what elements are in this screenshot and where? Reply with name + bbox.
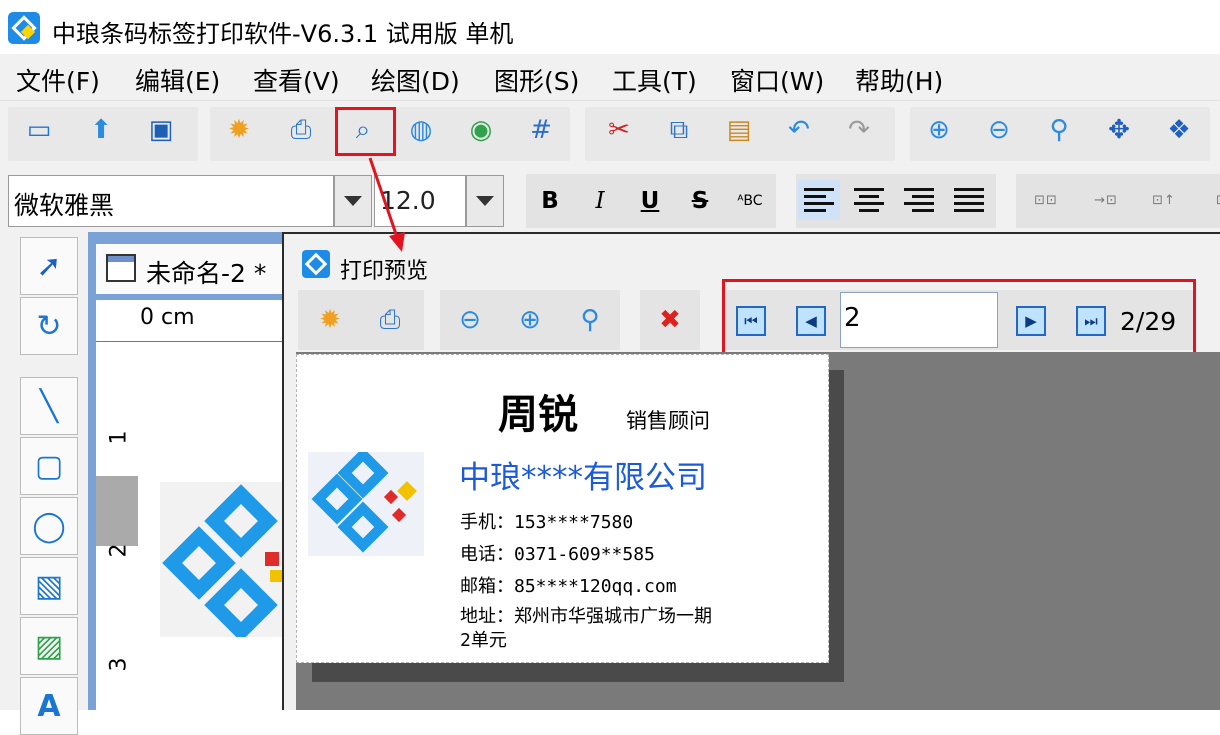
zoom-in-icon[interactable]: ⊕: [922, 113, 956, 147]
ruler-selection-shade: [96, 476, 138, 546]
canvas-logo-image[interactable]: [160, 482, 283, 637]
text-tool-icon[interactable]: A: [20, 677, 78, 735]
redo-icon[interactable]: ↷: [842, 113, 876, 147]
card-tel: 电话：0371-609**585: [460, 544, 655, 565]
image-tool-icon[interactable]: ▨: [20, 617, 78, 675]
zoom-icon[interactable]: ⚲: [1042, 113, 1076, 147]
card-logo-image: [308, 447, 424, 556]
page-nav-highlight: [722, 279, 1196, 363]
text-case-button[interactable]: ᴬBC: [728, 182, 772, 220]
card-email: 邮箱：85****120qq.com: [460, 576, 677, 597]
menu-tools[interactable]: 工具(T): [612, 62, 697, 98]
font-name-value: 微软雅黑: [14, 191, 115, 220]
cut-icon[interactable]: ✂: [602, 113, 636, 147]
rotate-icon[interactable]: ↻: [20, 297, 78, 355]
paste-icon[interactable]: ▤: [722, 113, 756, 147]
underline-button[interactable]: U: [628, 182, 672, 220]
ruler-unit-label: 0 cm: [140, 305, 195, 330]
preview-window-title: 打印预览: [340, 259, 429, 284]
card-role: 销售顾问: [626, 409, 710, 433]
menu-shape[interactable]: 图形(S): [494, 62, 579, 98]
font-size-value: 12.0: [380, 186, 436, 215]
preview-settings-icon[interactable]: ✹: [314, 304, 346, 336]
preview-close-icon[interactable]: ✖: [654, 304, 686, 336]
undo-icon[interactable]: ↶: [782, 113, 816, 147]
align-center-icon[interactable]: [848, 180, 890, 220]
window-title: 中琅条码标签打印软件-V6.3.1 试用版 单机: [52, 20, 514, 48]
new-window-icon[interactable]: ▭: [22, 113, 56, 147]
preview-zoom-out-icon[interactable]: ⊖: [454, 304, 486, 336]
card-company: 中琅****有限公司: [459, 460, 707, 496]
menu-edit[interactable]: 编辑(E): [135, 62, 220, 98]
menu-help[interactable]: 帮助(H): [855, 62, 943, 98]
font-size-dropdown-icon[interactable]: [466, 175, 504, 227]
fit-page-icon[interactable]: ✥: [1102, 113, 1136, 147]
card-address: 地址：郑州市华强城市广场一期: [460, 606, 712, 627]
main-toolbar: ▭ ⬆ ▣ ✹ ⎙ ⌕ ◍ ◉ # ✂ ⧉ ▤ ↶ ↷ ⊕ ⊖ ⚲ ✥ ❖: [0, 100, 1220, 166]
document-tab-icon: [106, 254, 136, 282]
grid-icon[interactable]: #: [524, 113, 558, 147]
actual-size-icon[interactable]: ❖: [1162, 113, 1196, 147]
menu-draw[interactable]: 绘图(D): [371, 62, 460, 98]
copy-icon[interactable]: ⧉: [662, 113, 696, 147]
ellipse-tool-icon[interactable]: ◯: [20, 497, 78, 555]
picture-frame-tool-icon[interactable]: ▧: [20, 557, 78, 615]
menu-window[interactable]: 窗口(W): [730, 62, 824, 98]
rounded-rect-tool-icon[interactable]: ▢: [20, 437, 78, 495]
preview-print-icon[interactable]: ⎙: [374, 304, 406, 336]
app-logo-icon: [8, 12, 40, 44]
align-justify-icon[interactable]: [948, 180, 990, 220]
print-icon[interactable]: ⎙: [284, 113, 318, 147]
preview-zoom-icon[interactable]: ⚲: [574, 304, 606, 336]
strikethrough-button[interactable]: S: [678, 182, 722, 220]
distribute-more-icon[interactable]: ⊡: [1204, 182, 1220, 218]
align-right-icon[interactable]: [898, 180, 940, 220]
distribute-horizontal-icon[interactable]: ⊡⊡: [1028, 182, 1064, 218]
document-tab-label: 未命名-2 *: [146, 259, 267, 288]
database-settings-icon[interactable]: ◉: [464, 113, 498, 147]
save-icon[interactable]: ▣: [144, 113, 178, 147]
font-name-dropdown-icon[interactable]: [334, 175, 372, 227]
italic-button[interactable]: I: [578, 182, 622, 220]
line-tool-icon[interactable]: ╲: [20, 377, 78, 435]
database-icon[interactable]: ◍: [404, 113, 438, 147]
distribute-vertical-icon[interactable]: ⊡↑: [1146, 182, 1182, 218]
select-pointer-icon[interactable]: ➚: [20, 237, 78, 295]
menu-bar: 文件(F) 编辑(E) 查看(V) 绘图(D) 图形(S) 工具(T) 窗口(W…: [0, 54, 1220, 100]
zoom-out-icon[interactable]: ⊖: [982, 113, 1016, 147]
distribute-right-icon[interactable]: →⊡: [1088, 182, 1124, 218]
preview-zoom-in-icon[interactable]: ⊕: [514, 304, 546, 336]
open-folder-icon[interactable]: ⬆: [84, 113, 118, 147]
ruler-mark: 1: [106, 430, 132, 445]
preview-button-highlight: [335, 107, 396, 156]
ruler-mark: 3: [106, 657, 132, 672]
preview-logo-icon: [302, 250, 330, 278]
card-person-name: 周锐: [498, 391, 578, 438]
card-address-cont: 2单元: [460, 630, 507, 651]
ruler-mark: 2: [106, 543, 132, 558]
drawing-tools-panel: ➚ ↻ ╲ ▢ ◯ ▧ ▨ A: [0, 232, 88, 735]
settings-gear-icon[interactable]: ✹: [222, 113, 256, 147]
card-phone: 手机：153****7580: [460, 512, 634, 533]
menu-view[interactable]: 查看(V): [253, 62, 340, 98]
bold-button[interactable]: B: [528, 182, 572, 220]
menu-file[interactable]: 文件(F): [16, 62, 100, 98]
align-left-icon[interactable]: [798, 180, 840, 220]
